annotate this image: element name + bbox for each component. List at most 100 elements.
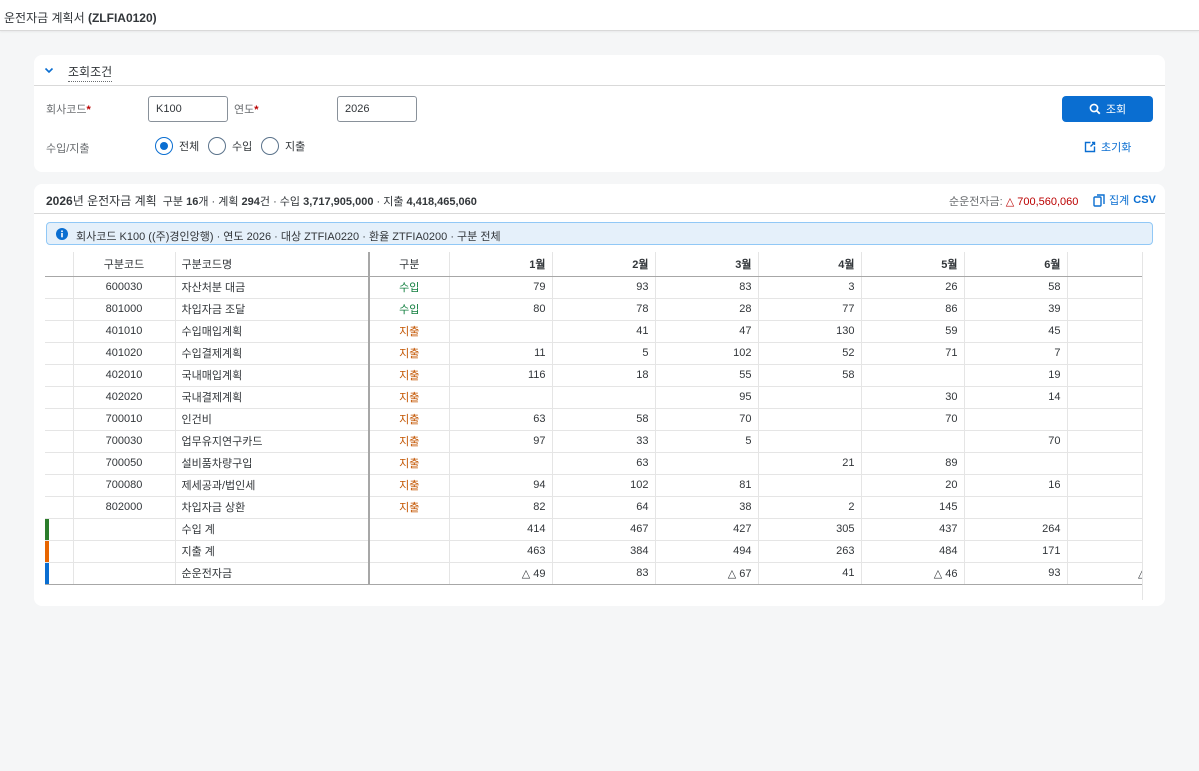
row-selector[interactable] [45, 430, 74, 453]
header-month-3[interactable]: 3월 [655, 252, 759, 277]
search-icon [1089, 103, 1101, 115]
filter-header[interactable]: 조회조건 [34, 55, 1165, 86]
cell-month-2: 33 [552, 430, 656, 453]
cell-name: 제세공과/법인세 [175, 474, 370, 497]
row-selector[interactable] [45, 386, 74, 409]
header-name[interactable]: 구분코드명 [175, 252, 370, 277]
header-month-1[interactable]: 1월 [449, 252, 553, 277]
chevron-down-icon[interactable] [43, 64, 55, 76]
row-selector[interactable] [45, 474, 74, 497]
radio-income-circle[interactable] [208, 137, 226, 155]
cell-month-7 [1067, 386, 1142, 409]
cell-type: 지출 [369, 496, 450, 519]
cell-month-5: 26 [861, 276, 965, 299]
cell-name: 인건비 [175, 408, 370, 431]
table-row[interactable]: 401010 수입매입계획 지출 41 47 130 59 45 [45, 320, 1142, 343]
cell-type: 지출 [369, 408, 450, 431]
radio-expense-circle[interactable] [261, 137, 279, 155]
csv-export-button[interactable]: 집계 CSV [1093, 192, 1156, 208]
row-selector[interactable] [45, 342, 74, 365]
cell-month-5: 59 [861, 320, 965, 343]
cell-type: 지출 [369, 386, 450, 409]
row-selector[interactable] [45, 364, 74, 387]
cell-month-7 [1067, 364, 1142, 387]
cell-code: 402020 [73, 386, 176, 409]
header-type[interactable]: 구분 [369, 252, 450, 277]
reset-button[interactable]: 초기화 [1084, 139, 1131, 155]
cell-month-2: 78 [552, 298, 656, 321]
vertical-scrollbar[interactable] [1142, 252, 1153, 600]
header-month-4[interactable]: 4월 [758, 252, 862, 277]
cell-month-1: 414 [449, 518, 553, 541]
cell-month-5: 20 [861, 474, 965, 497]
cell-month-5 [861, 364, 965, 387]
cell-month-1: 116 [449, 364, 553, 387]
header-month-6[interactable]: 6월 [964, 252, 1068, 277]
table-row[interactable]: 700050 설비품차량구입 지출 63 21 89 [45, 452, 1142, 475]
table-row[interactable]: 402010 국내매입계획 지출 116 18 55 58 19 [45, 364, 1142, 387]
row-selector[interactable] [45, 408, 74, 431]
table-row[interactable]: 402020 국내결제계획 지출 95 30 14 [45, 386, 1142, 409]
cell-month-3: 55 [655, 364, 759, 387]
header-month-5[interactable]: 5월 [861, 252, 965, 277]
cell-month-3: 81 [655, 474, 759, 497]
row-selector[interactable] [45, 298, 74, 321]
cell-month-1: △ 49 [449, 562, 553, 585]
cell-month-6: 58 [964, 276, 1068, 299]
radio-expense[interactable]: 지출 [261, 137, 305, 155]
cell-name: 국내매입계획 [175, 364, 370, 387]
row-selector[interactable] [45, 496, 74, 519]
cell-month-5: 89 [861, 452, 965, 475]
cell-code: 401020 [73, 342, 176, 365]
table-row[interactable]: 700080 제세공과/법인세 지출 94 102 81 20 16 [45, 474, 1142, 497]
radio-all[interactable]: 전체 [155, 137, 199, 155]
cell-name: 차입자금 상환 [175, 496, 370, 519]
table-row[interactable]: 802000 차입자금 상환 지출 82 64 38 2 145 [45, 496, 1142, 519]
cell-month-7: △ [1067, 562, 1142, 585]
company-code-label: 회사코드* [46, 104, 91, 116]
filter-header-label[interactable]: 조회조건 [68, 63, 113, 82]
table-row[interactable]: 801000 차입자금 조달 수입 80 78 28 77 86 39 [45, 298, 1142, 321]
copy-icon [1093, 193, 1105, 207]
cell-month-7 [1067, 452, 1142, 475]
cell-month-5: 86 [861, 298, 965, 321]
cell-name: 지출 계 [175, 540, 370, 563]
cell-month-6: 39 [964, 298, 1068, 321]
summary-row: 순운전자금 △ 4983△ 6741△ 4693△ [45, 562, 1142, 585]
header-month-2[interactable]: 2월 [552, 252, 656, 277]
reset-icon [1084, 141, 1096, 153]
table-row[interactable]: 700030 업무유지연구카드 지출 97 33 5 70 [45, 430, 1142, 453]
summary-color-marker [45, 562, 49, 583]
table-row[interactable]: 401020 수입결제계획 지출 11 5 102 52 71 7 [45, 342, 1142, 365]
result-panel: 2026년 운전자금 계획 구분 16개 · 계획 294건 · 수입 3,71… [34, 184, 1165, 606]
cell-month-3 [655, 452, 759, 475]
company-code-input[interactable] [148, 96, 228, 122]
year-input[interactable] [337, 96, 417, 122]
cell-month-5: 30 [861, 386, 965, 409]
cell-type: 수입 [369, 276, 450, 299]
plan-table: 구분코드 구분코드명 구분 1월 2월 3월 4월 5월 6월 600030 자산… [45, 252, 1142, 588]
radio-all-circle[interactable] [155, 137, 173, 155]
radio-income[interactable]: 수입 [208, 137, 252, 155]
cell-month-6: 70 [964, 430, 1068, 453]
result-header: 2026년 운전자금 계획 구분 16개 · 계획 294건 · 수입 3,71… [34, 184, 1165, 214]
header-code[interactable]: 구분코드 [73, 252, 176, 277]
row-selector[interactable] [45, 320, 74, 343]
cell-month-5: △ 46 [861, 562, 965, 585]
table-row[interactable]: 700010 인건비 지출 63 58 70 70 [45, 408, 1142, 431]
cell-month-6: 16 [964, 474, 1068, 497]
row-selector[interactable] [45, 452, 74, 475]
row-selector[interactable] [45, 276, 74, 299]
cell-month-2: 102 [552, 474, 656, 497]
cell-month-4: 263 [758, 540, 862, 563]
search-button[interactable]: 조회 [1062, 96, 1153, 122]
result-title: 2026년 운전자금 계획 구분 16개 · 계획 294건 · 수입 3,71… [46, 194, 477, 208]
cell-month-7 [1067, 298, 1142, 321]
cell-month-7 [1067, 540, 1142, 563]
radio-income-label: 수입 [232, 141, 253, 153]
cell-month-1: 82 [449, 496, 553, 519]
header-month-7[interactable] [1067, 252, 1142, 277]
cell-month-7 [1067, 342, 1142, 365]
table-row[interactable]: 600030 자산처분 대금 수입 79 93 83 3 26 58 [45, 276, 1142, 299]
info-text: 회사코드 K100 ((주)경인앙행) · 연도 2026 · 대상 ZTFIA… [76, 231, 501, 243]
